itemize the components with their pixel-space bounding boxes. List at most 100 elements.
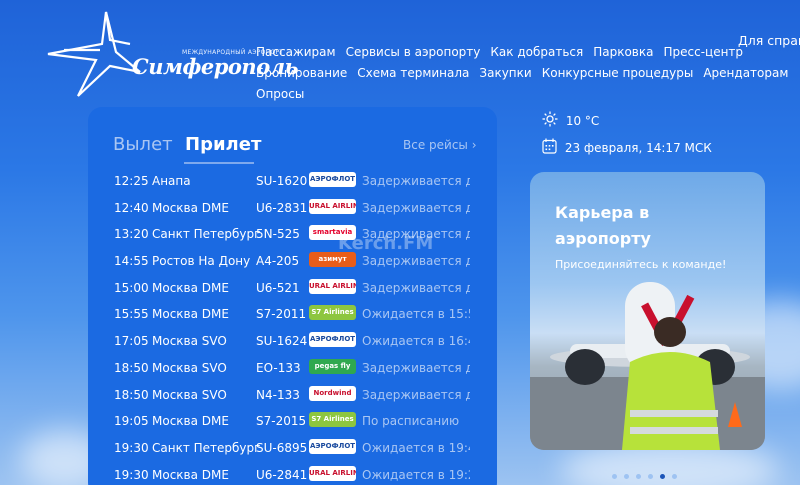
flight-list: 12:25 Анапа SU-1620 АЭРОФЛОТ Задерживается д… (88, 167, 497, 485)
nav-services[interactable]: Сервисы в аэропорту (346, 45, 481, 59)
flight-time: 12:40 (114, 200, 149, 215)
promo-title: Карьера в аэропорту (555, 203, 651, 248)
airline-logo: URAL AIRLINES (309, 198, 356, 214)
airport-logo[interactable]: МЕЖДУНАРОДНЫЙ АЭРОПОРТ Симферополь (44, 10, 298, 100)
flight-time: 19:30 (114, 440, 149, 455)
flight-number: 5N-525 (256, 227, 300, 242)
all-flights-label: Все рейсы (403, 138, 468, 152)
flight-status: Задерживается д... (362, 200, 470, 215)
airline-logo: pegas fly (309, 358, 356, 374)
flight-number: U6-2831 (256, 200, 308, 215)
chevron-right-icon: › (471, 138, 477, 152)
flight-number: S7-2015 (256, 414, 307, 429)
flight-status: Ожидается в 16:41 (362, 334, 470, 349)
sun-icon (542, 111, 558, 130)
flight-time: 15:55 (114, 307, 149, 322)
flight-time: 17:05 (114, 334, 149, 349)
flight-time: 19:05 (114, 414, 149, 429)
calendar-icon (542, 138, 557, 157)
flight-status: По расписанию (362, 414, 460, 429)
flight-city: Москва DME (152, 280, 229, 295)
weather-widget: 10 °C (542, 111, 599, 130)
flight-status: Ожидается в 19:42 (362, 440, 470, 455)
airline-logo: азимут (309, 252, 356, 268)
watermark: Kerch.FM (338, 233, 434, 254)
flight-status: Задерживается д... (362, 174, 470, 188)
flight-number: N4-133 (256, 387, 300, 402)
flight-row[interactable]: 12:25 Анапа SU-1620 АЭРОФЛОТ Задерживается д… (88, 167, 497, 194)
nav-surveys[interactable]: Опросы (256, 87, 304, 101)
flight-status: Задерживается д... (362, 360, 470, 375)
flight-time: 18:50 (114, 360, 149, 375)
flight-row[interactable]: 18:50 Москва SVO N4-133 Nordwind Задерживает… (88, 381, 497, 408)
flight-number: S7-2011 (256, 307, 307, 322)
temperature: 10 °C (565, 113, 600, 128)
nav-tenders[interactable]: Конкурсные процедуры (542, 66, 694, 80)
airline-logo: Nordwind (309, 385, 356, 401)
airline-logo: S7 Airlines (309, 412, 356, 428)
flight-city: Санкт Петербург (152, 227, 261, 242)
carousel-dot[interactable] (636, 474, 641, 479)
nav-tenants[interactable]: Арендаторам (703, 66, 788, 80)
flight-number: SU-1620 (256, 174, 308, 188)
flight-status: Задерживается д... (362, 254, 470, 269)
nav-terminal-map[interactable]: Схема терминала (357, 66, 469, 80)
flight-status: Ожидается в 15:50 (362, 307, 470, 322)
main-nav: Пассажирам Сервисы в аэропорту Как добрать… (256, 42, 788, 105)
airline-logo: АЭРОФЛОТ (309, 438, 356, 454)
promo-subtitle: Присоединяйтесь к команде! (555, 258, 727, 271)
airline-logo: АЭРОФЛОТ (309, 172, 356, 187)
carousel-dot[interactable] (624, 474, 629, 479)
tab-departure[interactable]: Вылет (113, 134, 173, 155)
nav-press[interactable]: Пресс-центр (663, 45, 743, 59)
nav-directions[interactable]: Как добраться (490, 45, 583, 59)
flight-number: U6-521 (256, 280, 300, 295)
flight-row[interactable]: 15:55 Москва DME S7-2011 S7 Airlines Ожидает… (88, 300, 497, 327)
flight-number: A4-205 (256, 254, 300, 269)
flight-time: 13:20 (114, 227, 149, 242)
flight-city: Ростов На Дону (152, 254, 251, 269)
carousel-dot[interactable] (672, 474, 677, 479)
flight-city: Москва SVO (152, 334, 227, 349)
flight-row[interactable]: 19:30 Санкт Петербург SU-6895 АЭРОФЛОТ Ожида… (88, 434, 497, 461)
flight-time: 15:00 (114, 280, 149, 295)
airline-logo: URAL AIRLINES (309, 278, 356, 294)
flight-row[interactable]: 18:50 Москва SVO EO-133 pegas fly Задерживае… (88, 354, 497, 381)
nav-passengers[interactable]: Пассажирам (256, 45, 336, 59)
carousel-pagination (612, 464, 684, 483)
flight-number: SU-1624 (256, 334, 308, 349)
flight-time: 18:50 (114, 387, 149, 402)
flight-city: Москва DME (152, 200, 229, 215)
flight-status: Задерживается д... (362, 387, 470, 402)
carousel-dot[interactable] (660, 474, 665, 479)
flight-time: 12:25 (114, 174, 149, 188)
airline-logo: URAL AIRLINES (309, 465, 356, 481)
carousel-dot[interactable] (648, 474, 653, 479)
reference-link[interactable]: Для справо (738, 33, 800, 48)
flight-city: Анапа (152, 174, 191, 188)
airline-logo: S7 Airlines (309, 305, 356, 321)
nav-parking[interactable]: Парковка (593, 45, 653, 59)
flight-city: Москва DME (152, 467, 229, 482)
flight-row[interactable]: 13:20 Санкт Петербург 5N-525 smartavia Задер… (88, 220, 497, 247)
flight-number: EO-133 (256, 360, 301, 375)
airline-logo: АЭРОФЛОТ (309, 332, 356, 348)
flight-status: Ожидается в 19:26 (362, 467, 470, 482)
flight-row[interactable]: 19:30Москва DME U6-2841URAL AIRLINES Ожида… (88, 461, 497, 485)
tab-arrival[interactable]: Прилет (185, 134, 261, 155)
flight-row[interactable]: 15:00Москва DME U6-521 URAL AIRLINES Задерж… (88, 274, 497, 301)
nav-procurement[interactable]: Закупки (479, 66, 531, 80)
flight-number: U6-2841 (256, 467, 308, 482)
flight-row[interactable]: 12:40Москва DME U6-2831URAL AIRLINES Задер… (88, 194, 497, 221)
flight-row[interactable]: 19:05 Москва DME S7-2015 S7 Airlines По расп… (88, 407, 497, 434)
current-datetime: 23 февраля, 14:17 МСК (564, 140, 712, 155)
all-flights-link[interactable]: Все рейсы › (403, 138, 477, 152)
flight-number: SU-6895 (256, 440, 308, 455)
nav-booking[interactable]: Бронирование (256, 66, 347, 80)
carousel-dot[interactable] (612, 474, 617, 479)
career-promo-card[interactable]: Карьера в аэропорту Присоединяйтесь к ко… (530, 172, 765, 450)
date-widget: 23 февраля, 14:17 МСК (542, 138, 712, 157)
flight-row[interactable]: 14:55 Ростов На Дону A4-205 азимут Задержива… (88, 247, 497, 274)
flight-row[interactable]: 17:05 Москва SVO SU-1624 АЭРОФЛОТ Ожидается … (88, 327, 497, 354)
flight-city: Санкт Петербург (152, 440, 261, 455)
